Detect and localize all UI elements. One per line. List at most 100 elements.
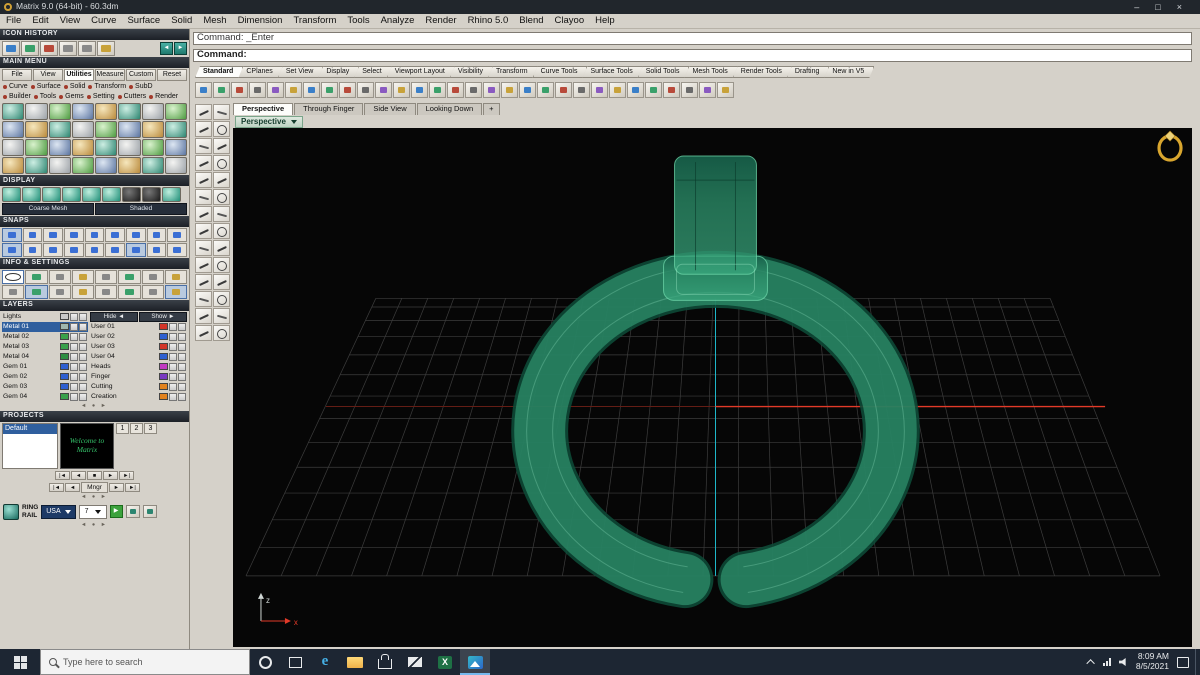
category-item[interactable]: Surface: [30, 83, 61, 91]
menu-item[interactable]: Solid: [171, 15, 192, 27]
command-input-line[interactable]: Command:: [193, 49, 1192, 62]
viewport-3d[interactable]: z x: [233, 128, 1192, 647]
history-tool-icon[interactable]: [59, 41, 77, 56]
tool-icon[interactable]: [48, 139, 71, 157]
tool-icon[interactable]: [95, 157, 118, 175]
interpolate-curve-icon[interactable]: [213, 223, 230, 239]
toolbar-tab[interactable]: Surface Tools: [582, 66, 642, 78]
main-menu-tab[interactable]: View: [33, 69, 63, 82]
category-item[interactable]: Transform: [88, 83, 126, 91]
history-forward-icon[interactable]: ►: [174, 42, 187, 55]
display-mode-coarse-mesh[interactable]: Coarse Mesh: [2, 203, 94, 215]
zoom-dynamic-icon[interactable]: [393, 82, 410, 98]
join-tool-icon[interactable]: [213, 274, 230, 290]
loft-surface-icon[interactable]: [213, 308, 230, 324]
layer-row[interactable]: Gem 02: [2, 372, 88, 382]
extend-curve-icon[interactable]: [195, 274, 212, 290]
history-tool-icon[interactable]: [97, 41, 115, 56]
layer-lock-icon[interactable]: [79, 382, 87, 391]
layer-lock-icon[interactable]: [178, 372, 186, 381]
polygon-icon[interactable]: [213, 206, 230, 222]
settings-icon[interactable]: [118, 284, 141, 299]
category-item[interactable]: Curve: [3, 83, 28, 91]
boolean-union-icon[interactable]: [195, 325, 212, 341]
layer-lock-icon[interactable]: [79, 342, 87, 351]
show-layers-button[interactable]: Show ►: [139, 311, 187, 322]
menu-item[interactable]: Render: [425, 15, 456, 27]
menu-item[interactable]: Blend: [519, 15, 543, 27]
settings-icon[interactable]: [118, 269, 141, 284]
viewport-canvas[interactable]: z x: [233, 128, 1192, 647]
layer-row[interactable]: Metal 03: [2, 342, 88, 352]
object-snap-icon[interactable]: [519, 82, 536, 98]
taskbar-search[interactable]: [40, 649, 250, 675]
layer-color-swatch[interactable]: [60, 373, 69, 381]
snap-icon[interactable]: [2, 242, 22, 257]
sweep-surface-icon[interactable]: [195, 308, 212, 324]
layer-row[interactable]: Gem 03: [2, 382, 88, 392]
viewport-tab[interactable]: Looking Down: [416, 103, 483, 115]
settings-icon[interactable]: [141, 284, 164, 299]
pager-button[interactable]: |◄: [55, 470, 70, 480]
tool-icon[interactable]: [118, 121, 141, 139]
layer-lock-icon[interactable]: [178, 332, 186, 341]
panel-scroll-widget[interactable]: [0, 522, 189, 530]
snap-icon[interactable]: [146, 242, 167, 257]
tool-icon[interactable]: [71, 121, 94, 139]
snap-icon[interactable]: [84, 242, 105, 257]
volume-icon[interactable]: [1118, 657, 1126, 667]
layer-row[interactable]: Creation: [90, 392, 187, 402]
layer-color-swatch[interactable]: [60, 323, 69, 331]
layer-lock-icon[interactable]: [178, 342, 186, 351]
tool-icon[interactable]: [71, 139, 94, 157]
layer-visibility-icon[interactable]: [70, 312, 78, 321]
copy-icon[interactable]: [285, 82, 302, 98]
mirror-icon[interactable]: [645, 82, 662, 98]
tool-icon[interactable]: [164, 121, 187, 139]
tool-icon[interactable]: [95, 103, 118, 121]
settings-icon[interactable]: [2, 284, 25, 299]
snap-icon[interactable]: [146, 227, 167, 242]
split-tool-icon[interactable]: [213, 257, 230, 273]
history-tool-icon[interactable]: [78, 41, 96, 56]
layer-color-swatch[interactable]: [60, 343, 69, 351]
settings-icon[interactable]: [95, 284, 118, 299]
snap-icon[interactable]: [22, 242, 43, 257]
layer-row[interactable]: Metal 01: [2, 321, 88, 332]
layer-color-swatch[interactable]: [60, 353, 69, 361]
history-tool-icon[interactable]: [21, 41, 39, 56]
history-tool-icon[interactable]: [40, 41, 58, 56]
layer-color-swatch[interactable]: [159, 333, 168, 341]
settings-icon[interactable]: [141, 269, 164, 284]
layer-lock-icon[interactable]: [79, 322, 87, 331]
layer-visibility-icon[interactable]: [169, 372, 177, 381]
close-button[interactable]: ×: [1177, 2, 1182, 12]
layer-lock-icon[interactable]: [79, 392, 87, 401]
ring-builder-icon[interactable]: [3, 503, 19, 520]
layer-visibility-icon[interactable]: [70, 392, 78, 401]
snap-icon[interactable]: [167, 227, 187, 242]
menu-item[interactable]: File: [6, 15, 21, 27]
snap-icon[interactable]: [63, 227, 84, 242]
main-menu-tab[interactable]: Reset: [157, 69, 187, 82]
layer-color-swatch[interactable]: [159, 363, 168, 371]
mail-icon[interactable]: [400, 649, 430, 675]
layer-row[interactable]: Gem 01: [2, 362, 88, 372]
tray-expand-icon[interactable]: [1086, 659, 1095, 668]
tool-icon[interactable]: [25, 121, 48, 139]
rotate-icon[interactable]: [609, 82, 626, 98]
layer-color-swatch[interactable]: [159, 393, 168, 401]
join-icon[interactable]: [663, 82, 680, 98]
trim-tool-icon[interactable]: [195, 257, 212, 273]
record-history-icon[interactable]: [555, 82, 572, 98]
settings-icon[interactable]: [95, 269, 118, 284]
toolbar-tab[interactable]: Standard: [195, 66, 243, 78]
pager-button[interactable]: ■: [87, 470, 102, 480]
open-file-icon[interactable]: [213, 82, 230, 98]
snap-icon[interactable]: [125, 227, 146, 242]
history-back-icon[interactable]: ◄: [160, 42, 173, 55]
project-list-item[interactable]: Default: [3, 423, 57, 434]
display-mode-icon[interactable]: [142, 187, 161, 203]
history-tool-icon[interactable]: [2, 41, 20, 56]
layer-row[interactable]: Heads: [90, 362, 187, 372]
